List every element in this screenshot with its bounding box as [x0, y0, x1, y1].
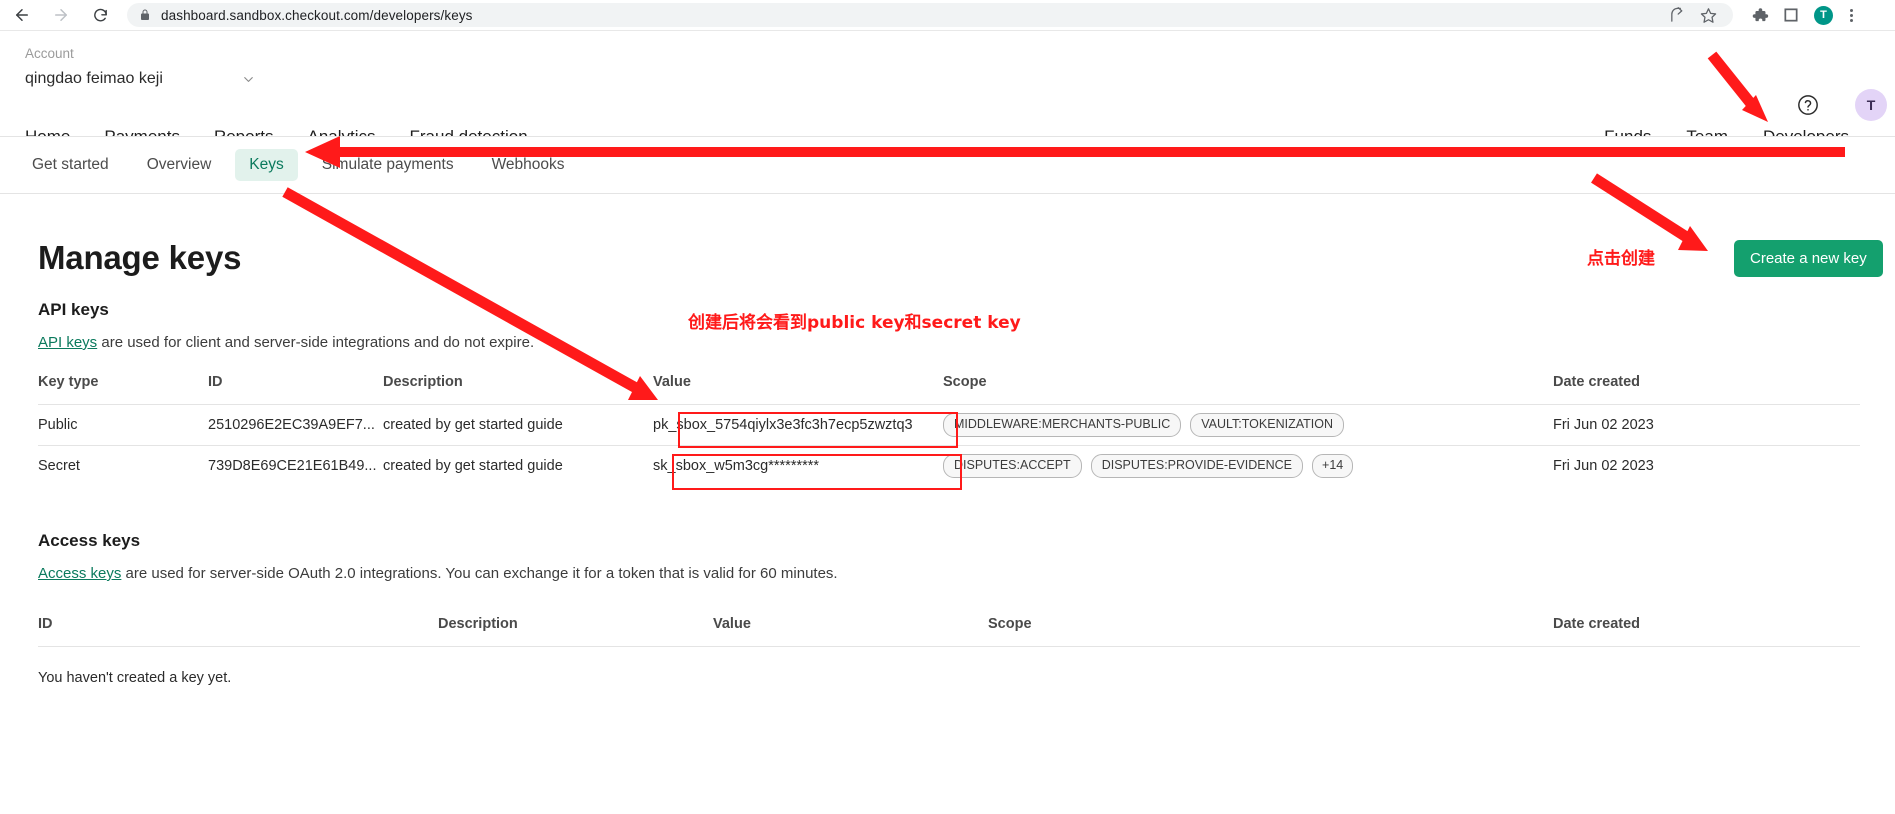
cell-id: 739D8E69CE21E61B49...	[208, 445, 383, 487]
scope-badge: VAULT:TOKENIZATION	[1190, 413, 1344, 437]
api-keys-description-text: are used for client and server-side inte…	[97, 334, 535, 351]
user-avatar[interactable]: T	[1855, 89, 1887, 121]
scope-badge-group: MIDDLEWARE:MERCHANTS-PUBLIC VAULT:TOKENI…	[943, 413, 1553, 437]
account-label: Account	[25, 46, 74, 61]
help-circle-icon[interactable]	[1797, 94, 1819, 116]
account-name: qingdao feimao keji	[25, 70, 163, 87]
create-a-new-key-button[interactable]: Create a new key	[1734, 240, 1883, 277]
table-row[interactable]: Secret 739D8E69CE21E61B49... created by …	[38, 445, 1860, 487]
account-switcher[interactable]: qingdao feimao keji	[25, 70, 256, 88]
annotation-note-create: 点击创建	[1587, 249, 1655, 269]
star-icon[interactable]	[1695, 2, 1721, 28]
api-keys-section-title: API keys	[38, 300, 109, 319]
scope-badge-overflow-count[interactable]: +14	[1312, 454, 1354, 479]
column-header-date-created: Date created	[1553, 616, 1641, 632]
cell-description: created by get started guide	[383, 404, 653, 446]
scope-badge-group: DISPUTES:ACCEPT DISPUTES:PROVIDE-EVIDENC…	[943, 454, 1553, 479]
access-keys-doc-link[interactable]: Access keys	[38, 565, 121, 582]
column-header-value: Value	[713, 616, 751, 632]
cell-description: created by get started guide	[383, 445, 653, 487]
browser-profile-avatar[interactable]: T	[1814, 5, 1833, 25]
column-header-id: ID	[208, 374, 223, 390]
developers-subtabs: Get started Overview Keys Simulate payme…	[0, 137, 1895, 194]
browser-toolbar: dashboard.sandbox.checkout.com/developer…	[0, 0, 1895, 31]
cell-key-type: Public	[38, 404, 208, 446]
cell-date-created: Fri Jun 02 2023	[1553, 404, 1860, 446]
reload-icon[interactable]	[87, 2, 113, 28]
cell-key-type: Secret	[38, 445, 208, 487]
cell-date-created: Fri Jun 02 2023	[1553, 445, 1860, 487]
arrow-pointing-to-value-column	[282, 187, 658, 400]
puzzle-icon[interactable]	[1747, 2, 1773, 28]
api-keys-section-description: API keys are used for client and server-…	[38, 334, 534, 351]
kebab-menu-icon[interactable]	[1842, 8, 1860, 22]
column-header-id: ID	[38, 616, 53, 632]
subtab-webhooks[interactable]: Webhooks	[478, 149, 579, 181]
access-keys-table-header-row: ID Description Value Scope Date created	[38, 616, 1860, 647]
scope-badge: MIDDLEWARE:MERCHANTS-PUBLIC	[943, 413, 1182, 437]
access-keys-section-title: Access keys	[38, 531, 141, 550]
api-keys-table-header-row: Key type ID Description Value Scope Date…	[38, 374, 1860, 405]
api-keys-doc-link[interactable]: API keys	[38, 334, 97, 351]
column-header-scope: Scope	[988, 616, 1032, 632]
empty-state-message: You haven't created a key yet.	[38, 646, 1860, 709]
subtab-overview[interactable]: Overview	[133, 149, 226, 181]
column-header-value: Value	[653, 374, 691, 390]
address-bar[interactable]: dashboard.sandbox.checkout.com/developer…	[127, 3, 1733, 27]
column-header-key-type: Key type	[38, 374, 99, 390]
subtab-simulate-payments[interactable]: Simulate payments	[308, 149, 468, 181]
lock-icon	[139, 8, 151, 22]
share-icon[interactable]	[1664, 2, 1690, 28]
column-header-description: Description	[383, 374, 463, 390]
access-keys-table: ID Description Value Scope Date created …	[38, 616, 1860, 709]
table-row[interactable]: Public 2510296E2EC39A9EF7... created by …	[38, 404, 1860, 446]
app-header: Account qingdao feimao keji Home Payment…	[0, 31, 1895, 160]
column-header-scope: Scope	[943, 374, 987, 390]
column-header-description: Description	[438, 616, 518, 632]
cell-scope: DISPUTES:ACCEPT DISPUTES:PROVIDE-EVIDENC…	[943, 445, 1553, 487]
cell-scope: MIDDLEWARE:MERCHANTS-PUBLIC VAULT:TOKENI…	[943, 404, 1553, 446]
access-keys-section-description: Access keys are used for server-side OAu…	[38, 565, 838, 582]
annotation-note-middle: 创建后将会看到public key和secret key	[688, 313, 1021, 333]
square-icon[interactable]	[1778, 2, 1804, 28]
address-bar-url: dashboard.sandbox.checkout.com/developer…	[161, 7, 473, 23]
omnibox-actions	[1659, 2, 1721, 28]
api-keys-table: Key type ID Description Value Scope Date…	[38, 374, 1860, 487]
cell-value[interactable]: pk_sbox_5754qiylx3e3fc3h7ecp5zwztq3	[653, 404, 943, 446]
chevron-down-icon	[241, 72, 256, 87]
subtab-keys[interactable]: Keys	[235, 149, 298, 181]
access-keys-description-text: are used for server-side OAuth 2.0 integ…	[121, 565, 838, 582]
scope-badge: DISPUTES:PROVIDE-EVIDENCE	[1090, 454, 1304, 479]
column-header-date-created: Date created	[1553, 374, 1641, 390]
cell-value[interactable]: sk_sbox_w5m3cg*********	[653, 445, 943, 487]
cell-id: 2510296E2EC39A9EF7...	[208, 404, 383, 446]
page-title: Manage keys	[38, 239, 242, 276]
access-keys-empty-row: You haven't created a key yet.	[38, 646, 1860, 709]
back-arrow-icon[interactable]	[9, 2, 35, 28]
screenshot-root: dashboard.sandbox.checkout.com/developer…	[0, 0, 1895, 814]
scope-badge: DISPUTES:ACCEPT	[943, 454, 1082, 479]
forward-arrow-icon[interactable]	[48, 2, 74, 28]
subtab-get-started[interactable]: Get started	[18, 149, 123, 181]
